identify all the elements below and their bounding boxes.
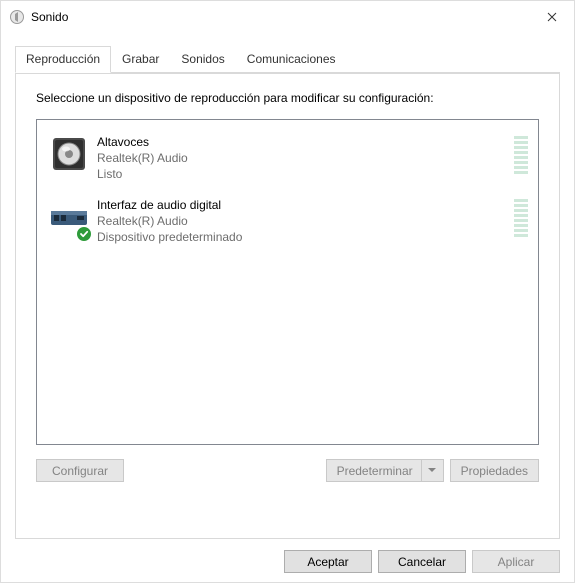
dialog-button-row: Aceptar Cancelar Aplicar xyxy=(1,540,574,573)
speaker-icon xyxy=(47,134,91,178)
ok-button[interactable]: Aceptar xyxy=(284,550,372,573)
set-default-button[interactable]: Predeterminar xyxy=(326,459,444,482)
device-item-speakers[interactable]: Altavoces Realtek(R) Audio Listo xyxy=(41,128,534,191)
sound-app-icon xyxy=(9,9,25,25)
tab-communications[interactable]: Comunicaciones xyxy=(236,46,347,73)
device-status: Listo xyxy=(97,166,508,182)
set-default-label: Predeterminar xyxy=(337,464,413,478)
default-check-icon xyxy=(75,225,93,243)
tab-sounds[interactable]: Sonidos xyxy=(170,46,235,73)
device-driver: Realtek(R) Audio xyxy=(97,150,508,166)
device-info: Altavoces Realtek(R) Audio Listo xyxy=(91,134,508,183)
device-name: Altavoces xyxy=(97,134,508,150)
digital-audio-icon xyxy=(47,197,91,241)
device-item-digital[interactable]: Interfaz de audio digital Realtek(R) Aud… xyxy=(41,191,534,254)
properties-button[interactable]: Propiedades xyxy=(450,459,539,482)
close-button[interactable] xyxy=(529,1,574,33)
chevron-down-icon[interactable] xyxy=(421,460,443,481)
device-info: Interfaz de audio digital Realtek(R) Aud… xyxy=(91,197,508,246)
device-status: Dispositivo predeterminado xyxy=(97,229,508,245)
device-list[interactable]: Altavoces Realtek(R) Audio Listo xyxy=(36,119,539,445)
cancel-button[interactable]: Cancelar xyxy=(378,550,466,573)
level-meter xyxy=(514,134,528,174)
tabstrip: Reproducción Grabar Sonidos Comunicacion… xyxy=(15,46,560,74)
apply-button[interactable]: Aplicar xyxy=(472,550,560,573)
device-driver: Realtek(R) Audio xyxy=(97,213,508,229)
tab-panel: Seleccione un dispositivo de reproducció… xyxy=(15,72,560,539)
device-name: Interfaz de audio digital xyxy=(97,197,508,213)
tab-record[interactable]: Grabar xyxy=(111,46,170,73)
window-title: Sonido xyxy=(31,10,68,24)
tab-playback[interactable]: Reproducción xyxy=(15,46,111,73)
instruction-text: Seleccione un dispositivo de reproducció… xyxy=(36,91,539,105)
level-meter xyxy=(514,197,528,237)
titlebar: Sonido xyxy=(1,1,574,33)
configure-button[interactable]: Configurar xyxy=(36,459,124,482)
